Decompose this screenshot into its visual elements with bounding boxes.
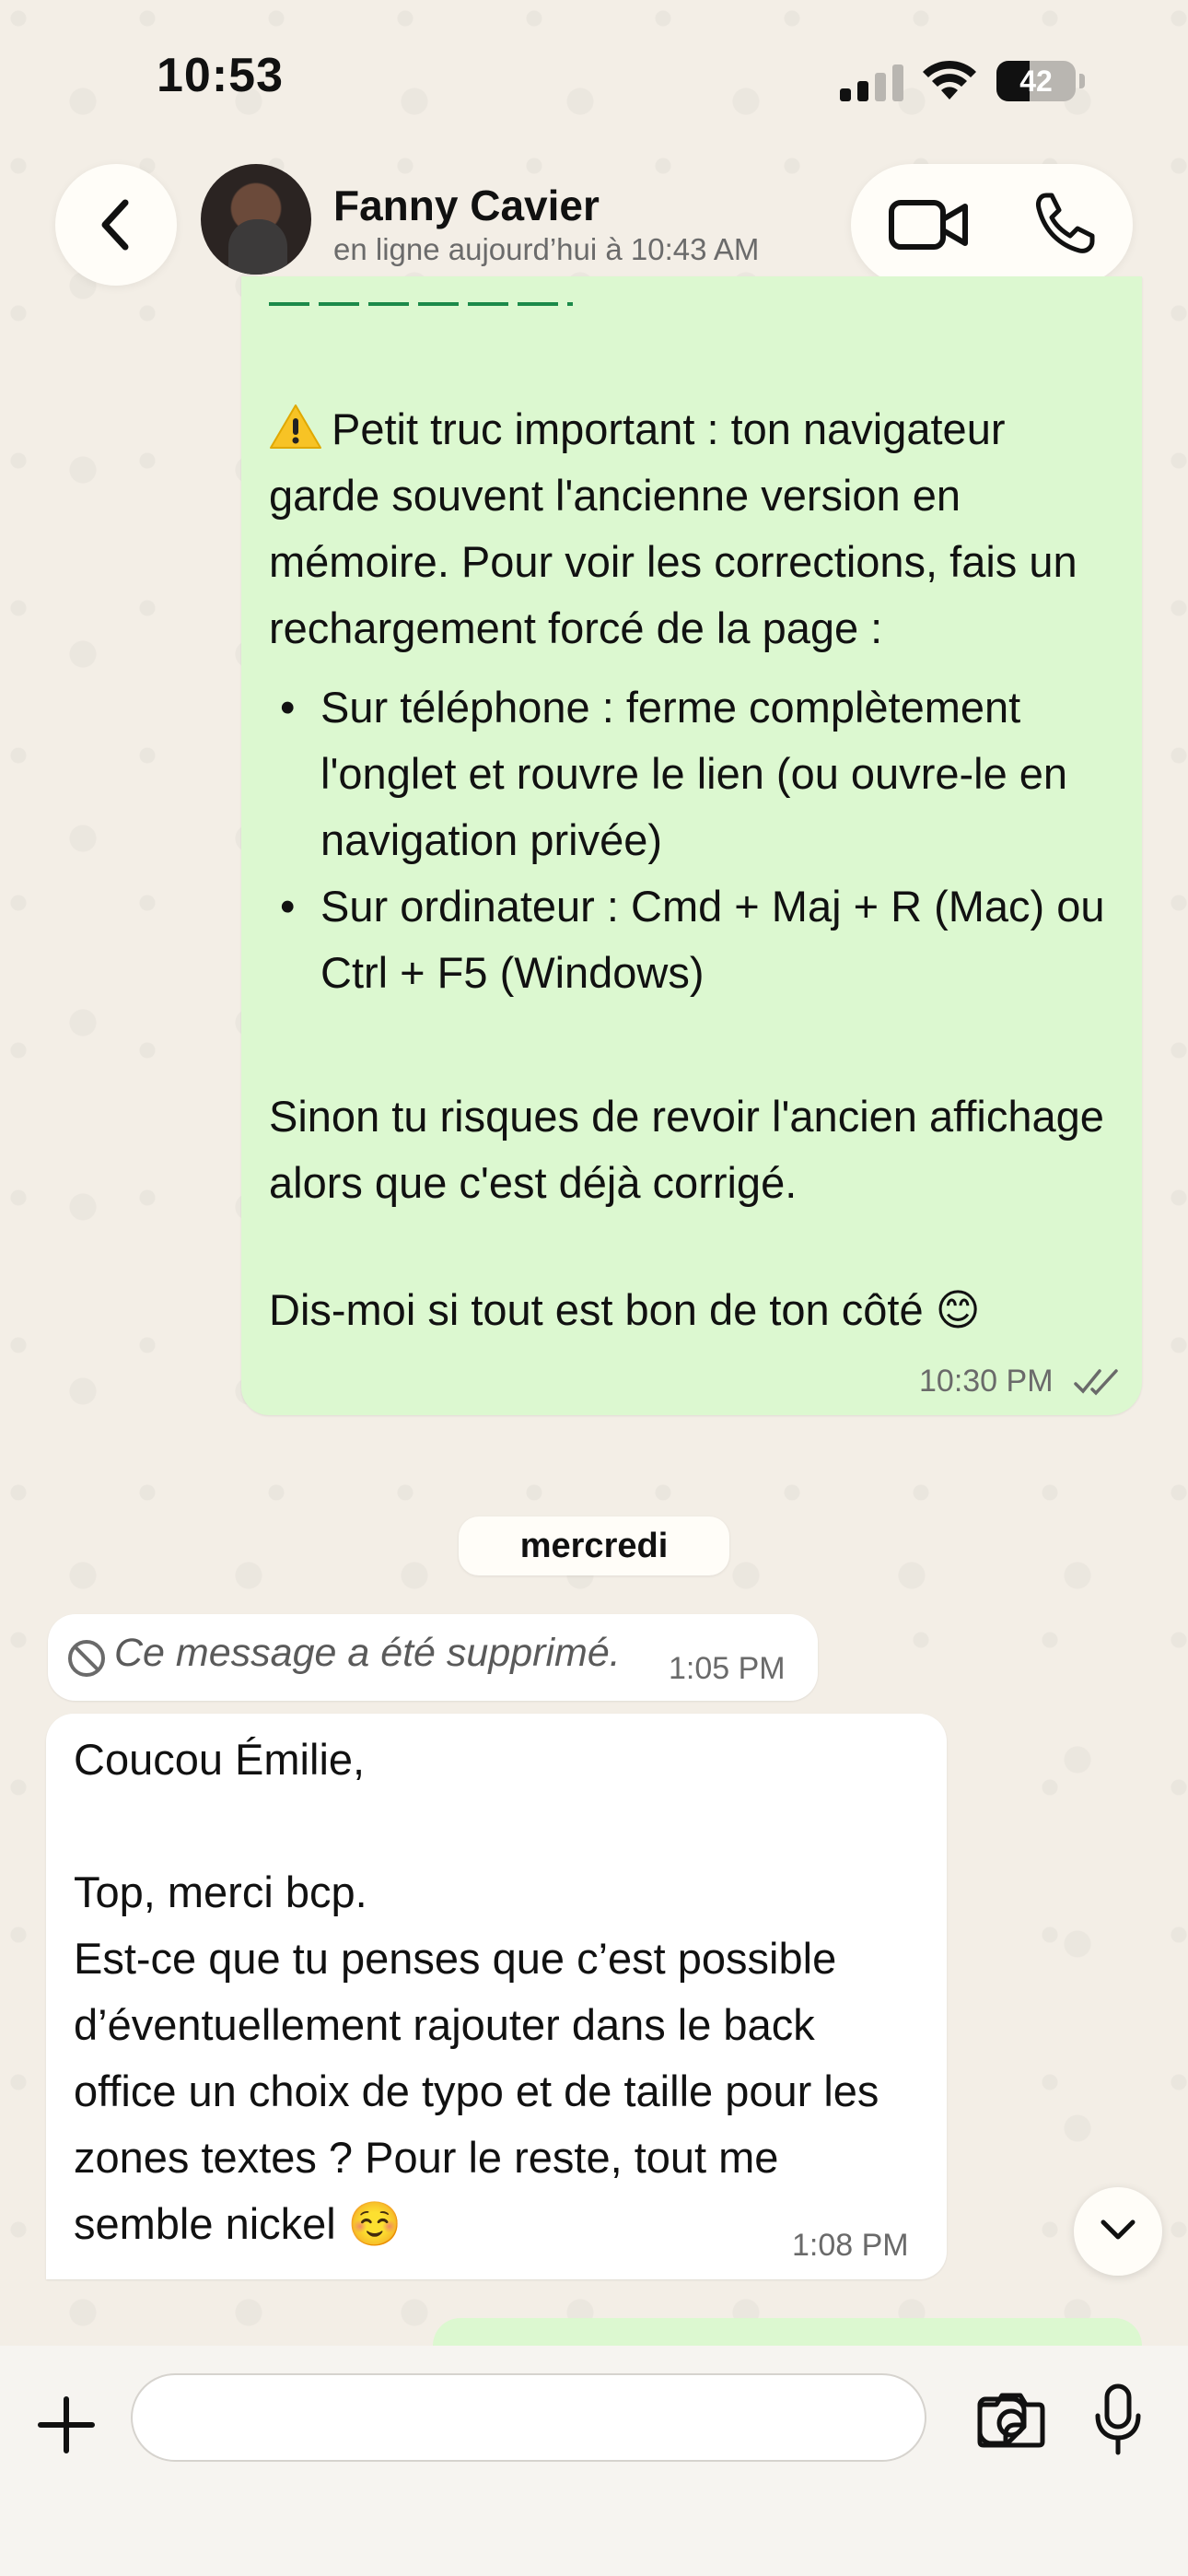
warning-icon [270,404,321,449]
deleted-icon [68,1640,105,1677]
status-time: 10:53 [157,49,284,102]
message-text: Sinon tu risques de revoir l'ancien affi… [269,1092,1104,1207]
contact-avatar[interactable] [201,164,311,275]
chevron-left-icon [101,199,129,251]
message-link-fragment[interactable] [269,302,573,317]
message-bullet-list: Sur téléphone : ferme complètement l'ong… [269,674,1116,1006]
message-timestamp: 1:08 PM [792,2228,909,2263]
message-warning-paragraph: Petit truc important : ton navigateur ga… [269,396,1116,662]
battery-level: 42 [1019,64,1053,98]
list-item: Sur ordinateur : Cmd + Maj + R (Mac) ou … [269,873,1116,1006]
incoming-message-bubble[interactable]: Coucou Émilie, Top, merci bcp. Est-ce qu… [46,1714,947,2279]
contact-name[interactable]: Fanny Cavier [333,181,600,230]
call-actions [851,164,1133,286]
attach-plus-button[interactable] [33,2392,99,2458]
message-text: Petit truc important : ton navigateur ga… [269,404,1077,652]
message-text: Est-ce que tu penses que c’est possible … [74,1934,879,2248]
video-call-button[interactable] [888,195,971,254]
microphone-button[interactable] [1092,2383,1144,2456]
message-input-bar [0,2346,1188,2576]
message-input[interactable] [131,2373,1027,2462]
camera-button[interactable] [976,2390,1046,2449]
message-text: Top, merci bcp. [74,1868,367,1916]
status-bar: 10:53 42 [0,0,1188,147]
date-separator: mercredi [459,1516,729,1575]
message-text: Dis-moi si tout est bon de ton côté 😊 [269,1285,981,1334]
message-timestamp: 10:30 PM [919,1364,1054,1399]
contact-last-seen: en ligne aujourd’hui à 10:43 AM [333,232,760,266]
message-timestamp: 1:05 PM [669,1651,786,1686]
double-check-icon [1074,1369,1118,1396]
cellular-signal-icon [840,64,903,101]
wifi-icon [923,60,976,100]
deleted-message-bubble[interactable]: Ce message a été supprimé. 1:05 PM [48,1614,818,1701]
back-button[interactable] [55,164,177,286]
deleted-message-text: Ce message a été supprimé. [114,1631,621,1675]
battery-icon: 42 [996,61,1085,101]
voice-call-button[interactable] [1031,190,1098,256]
list-item: Sur téléphone : ferme complètement l'ong… [269,674,1116,873]
message-text: Coucou Émilie, [74,1735,366,1784]
scroll-to-bottom-button[interactable] [1074,2187,1162,2276]
outgoing-message-bubble[interactable]: Petit truc important : ton navigateur ga… [241,276,1142,1415]
chevron-down-icon [1101,2219,1136,2240]
